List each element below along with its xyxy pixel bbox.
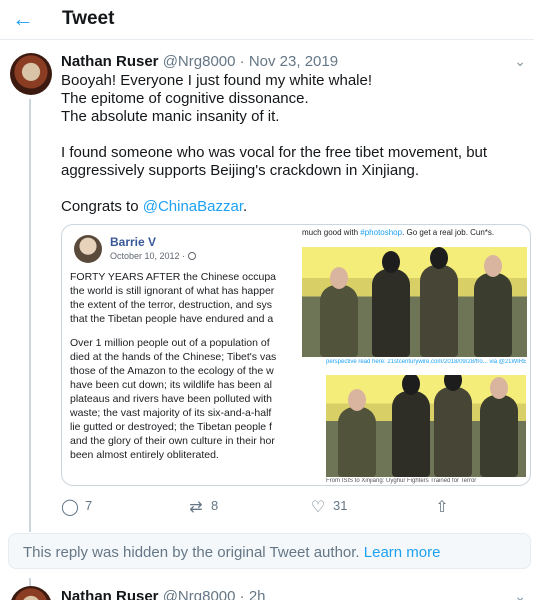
meta-separator: · bbox=[239, 53, 245, 70]
facebook-author-name: Barrie V bbox=[110, 235, 157, 249]
avatar[interactable] bbox=[10, 53, 52, 95]
reply-icon: ◯ bbox=[61, 499, 79, 516]
facebook-text-line: Over 1 million people out of a populatio… bbox=[70, 337, 270, 349]
facebook-post-date: October 10, 2012 · bbox=[110, 251, 197, 261]
meta-separator: · bbox=[239, 588, 245, 600]
tweet-line-1: Booyah! Everyone I just found my white w… bbox=[61, 72, 373, 89]
tweet-date[interactable]: Nov 23, 2019 bbox=[249, 53, 338, 70]
facebook-text-line: lie gutted or destroyed; the Tibetan peo… bbox=[70, 421, 272, 433]
globe-icon bbox=[188, 252, 197, 260]
avatar[interactable] bbox=[10, 586, 52, 600]
tweet-meta: Nathan Ruser @Nrg8000 · Nov 23, 2019 bbox=[61, 53, 338, 70]
photo-caption-bottom: From ISIS to Xinjiang: Uyghur Fighters T… bbox=[326, 478, 477, 484]
tweet-line-2: The epitome of cognitive dissonance. bbox=[61, 90, 309, 107]
facebook-text-line: died at the hands of the Chinese; Tibet'… bbox=[70, 351, 277, 363]
tweet-congrats: Congrats to @ChinaBazzar. bbox=[61, 198, 521, 216]
facebook-text-line: and the glory of their own culture in th… bbox=[70, 435, 275, 447]
tweet-meta: Nathan Ruser @Nrg8000 · 2h bbox=[61, 588, 266, 600]
like-button[interactable]: ♡ 31 bbox=[309, 497, 348, 517]
thread-line bbox=[29, 99, 31, 532]
person-figure bbox=[372, 251, 410, 357]
facebook-text-line: that the Tibetan people have endured and… bbox=[70, 313, 274, 325]
fighters-photo-top bbox=[302, 247, 527, 357]
facebook-text-line: the extent of the terror, destruction, a… bbox=[70, 299, 272, 311]
mention-link[interactable]: @ChinaBazzar bbox=[143, 198, 243, 215]
facebook-text-line: those of the Amazon to the ecology of th… bbox=[70, 365, 274, 377]
share-button[interactable]: ⇧ bbox=[433, 497, 451, 517]
chevron-down-icon[interactable]: ⌄ bbox=[514, 53, 526, 70]
reply-button[interactable]: ◯ 7 bbox=[61, 497, 92, 517]
retweet-count: 8 bbox=[211, 498, 219, 513]
next-tweet[interactable]: Nathan Ruser @Nrg8000 · 2h ⌄ bbox=[0, 578, 534, 600]
facebook-text-line: been almost entirely obliterated. bbox=[70, 449, 219, 461]
facebook-text-line: waste; the vast majority of its six-and-… bbox=[70, 407, 272, 419]
heart-icon: ♡ bbox=[310, 499, 326, 516]
facebook-text-line: plateaus and rivers have been polluted w… bbox=[70, 393, 272, 405]
page-title: Tweet bbox=[62, 8, 115, 29]
tweet-actions: ◯ 7 ⇄ 8 ♡ 31 ⇧ bbox=[61, 497, 491, 517]
hidden-reply-notice: This reply was hidden by the original Tw… bbox=[8, 533, 531, 569]
person-figure bbox=[338, 389, 376, 477]
congrats-suffix: . bbox=[243, 198, 248, 215]
photo-caption-top: perspective read here: 21stcenturywire.c… bbox=[326, 359, 526, 365]
caption-prefix: much good with bbox=[302, 228, 361, 237]
person-figure bbox=[474, 255, 512, 357]
tweet-date[interactable]: 2h bbox=[249, 588, 266, 600]
facebook-text-line: FORTY YEARS AFTER the Chinese occupa bbox=[70, 271, 277, 283]
share-icon: ⇧ bbox=[435, 499, 449, 516]
tweet-media-image[interactable]: Barrie V October 10, 2012 · FORTY YEARS … bbox=[61, 224, 531, 486]
chevron-down-icon[interactable]: ⌄ bbox=[514, 588, 526, 600]
author-name[interactable]: Nathan Ruser bbox=[61, 53, 159, 70]
congrats-prefix: Congrats to bbox=[61, 198, 143, 215]
person-figure bbox=[420, 247, 458, 357]
photoshop-hashtag: #photoshop bbox=[360, 228, 403, 237]
person-figure bbox=[320, 267, 358, 357]
tweet-line-4: I found someone who was vocal for the fr… bbox=[61, 144, 488, 161]
author-handle[interactable]: @Nrg8000 bbox=[163, 588, 236, 600]
arrow-left-icon[interactable]: ← bbox=[10, 6, 36, 32]
embedded-caption: much good with #photoshop. Go get a real… bbox=[302, 228, 530, 237]
fighters-photo-bottom bbox=[326, 375, 526, 477]
facebook-avatar bbox=[74, 235, 102, 263]
reply-count: 7 bbox=[85, 498, 93, 513]
like-count: 31 bbox=[333, 498, 348, 513]
retweet-icon: ⇄ bbox=[189, 499, 203, 516]
tweet[interactable]: Nathan Ruser @Nrg8000 · Nov 23, 2019 ⌄ B… bbox=[0, 41, 534, 532]
person-figure bbox=[434, 375, 472, 477]
author-handle[interactable]: @Nrg8000 bbox=[163, 53, 236, 70]
facebook-date-text: October 10, 2012 · bbox=[110, 251, 186, 261]
thread-line bbox=[29, 578, 31, 586]
caption-suffix: . Go get a real job. Cun*s. bbox=[402, 228, 495, 237]
hidden-reply-text: This reply was hidden by the original Tw… bbox=[23, 544, 360, 561]
author-name[interactable]: Nathan Ruser bbox=[61, 588, 159, 600]
person-figure bbox=[392, 375, 430, 477]
tweet-line-5: aggressively supports Beijing's crackdow… bbox=[61, 162, 420, 179]
facebook-text-line: the world is still ignorant of what has … bbox=[70, 285, 275, 297]
person-figure bbox=[480, 377, 518, 477]
top-header: ← Tweet bbox=[0, 0, 534, 40]
retweet-button[interactable]: ⇄ 8 bbox=[187, 497, 218, 517]
learn-more-link[interactable]: Learn more bbox=[364, 544, 441, 561]
facebook-text-line: have been cut down; its wildlife has bee… bbox=[70, 379, 272, 391]
tweet-line-3: The absolute manic insanity of it. bbox=[61, 108, 280, 125]
